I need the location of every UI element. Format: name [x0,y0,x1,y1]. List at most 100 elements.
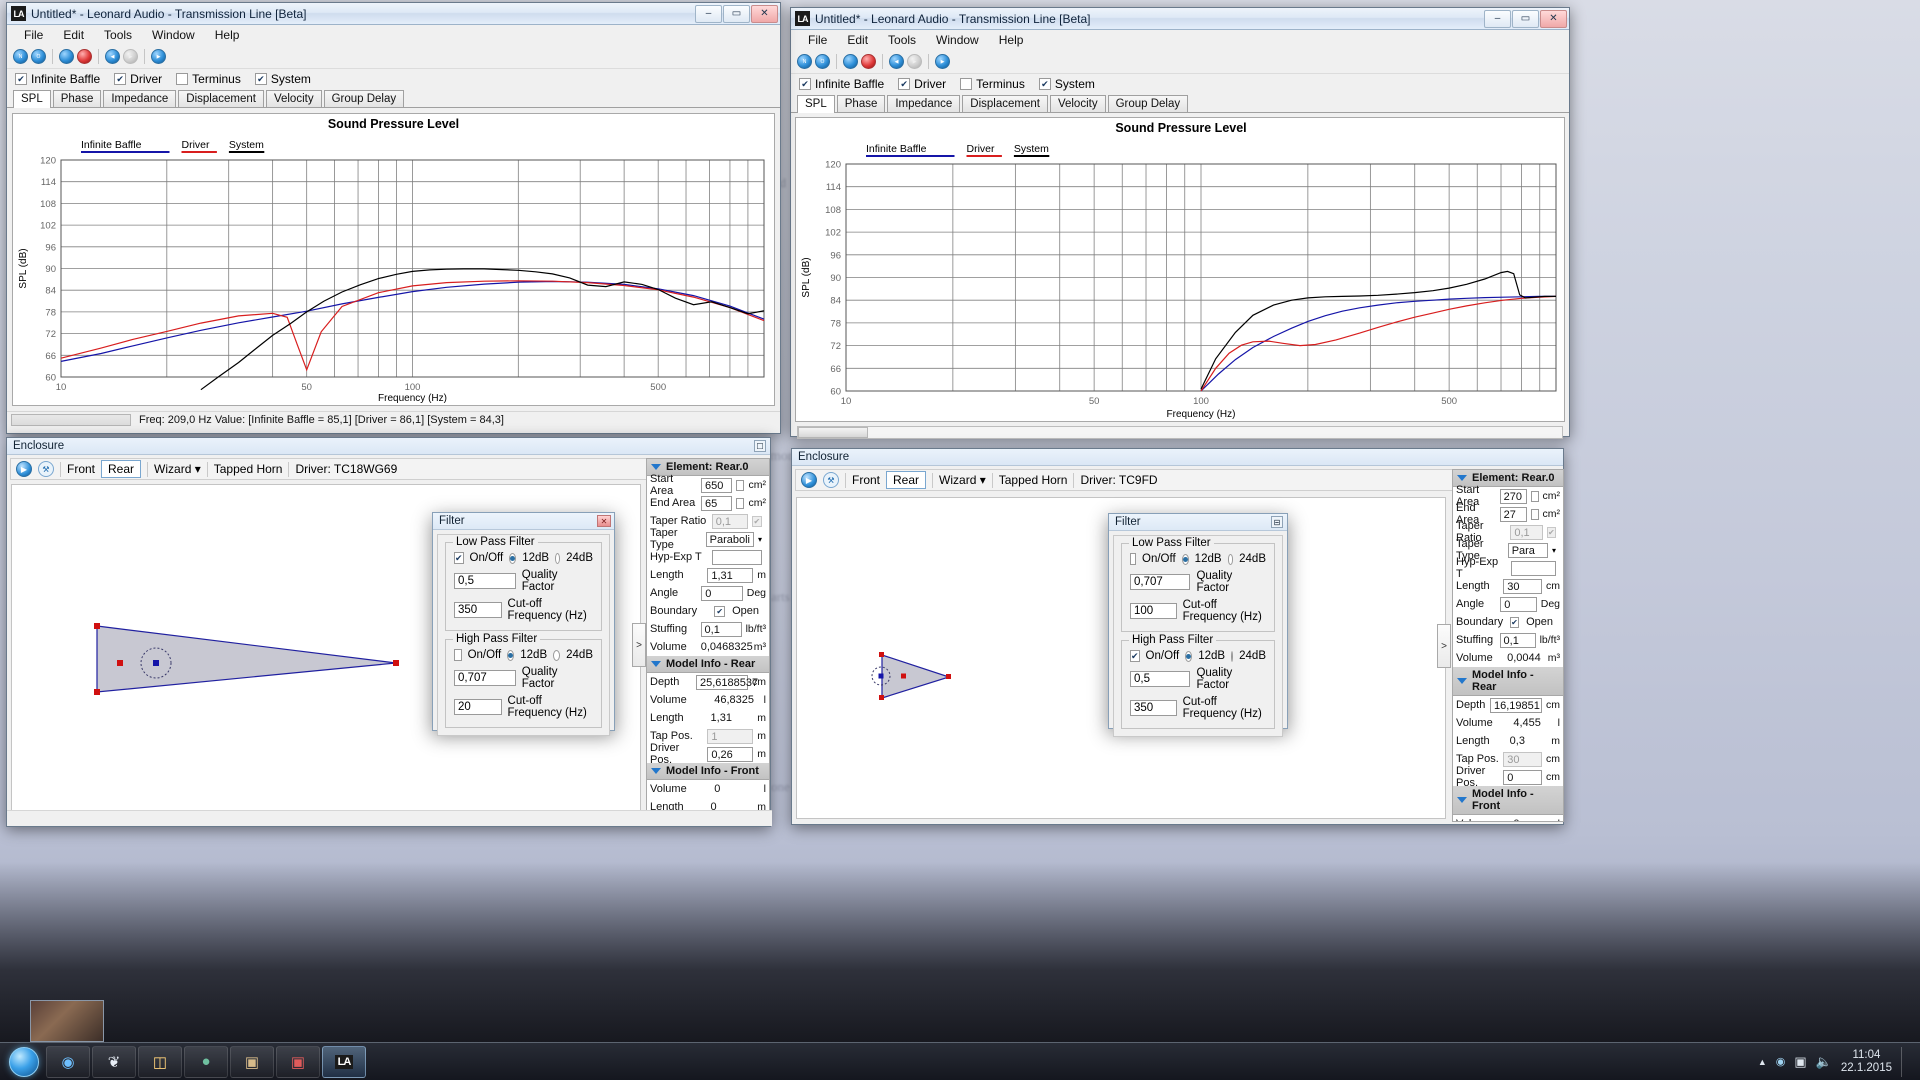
taskbar[interactable]: ◉ ❦ ◫ ● ▣ ▣ LA ▲ ◉ ▣ 🔈 11:04 22.1.2015 [0,1042,1920,1080]
chevron-down-icon[interactable]: ▾ [758,535,762,544]
prev-icon[interactable]: ◀ [889,54,904,69]
taskbar-item-app-red[interactable]: ▣ [276,1045,320,1078]
menubar-right[interactable]: File Edit Tools Window Help [791,30,1569,50]
checkbox-box[interactable] [254,73,267,85]
high-pass-onoff-checkbox[interactable] [1130,650,1140,662]
high-pass-12db-radio[interactable] [1185,650,1193,662]
toolbar-left[interactable]: N O ◀ ▶ ▶ [7,45,780,69]
property-checkbox[interactable] [1530,490,1539,502]
checkbox-system[interactable]: System [254,72,311,86]
tap-marker[interactable] [901,673,906,679]
property-row[interactable]: Depth 16,19851 cm [1453,696,1563,714]
new-icon[interactable]: N [797,54,812,69]
collapse-triangle-icon[interactable] [1457,678,1467,684]
tab-displacement[interactable]: Displacement [178,90,264,107]
property-value-input[interactable]: 65 [700,495,732,511]
high-pass-onoff-row[interactable]: On/Off 12dB 24dB [1130,650,1266,662]
tab-velocity[interactable]: Velocity [265,90,322,107]
start-orb-icon[interactable] [9,1046,39,1077]
property-row[interactable]: Volume 4,455 l [1453,714,1563,732]
close-icon[interactable]: ✕ [597,515,611,527]
open-icon[interactable]: O [31,49,46,64]
property-group-header[interactable]: Model Info - Rear [647,656,769,673]
property-value-input[interactable]: 0 [701,585,743,601]
property-value-input[interactable]: 0 [1500,596,1537,612]
run-icon[interactable] [59,49,74,64]
driver-marker[interactable] [153,660,159,666]
filter-dialog-titlebar-right[interactable]: Filter ⊟ [1109,514,1287,531]
enclosure-window-left[interactable]: Enclosure ☐ ▶ ⚒ Front Rear Wizard ▾ Tapp… [6,437,772,827]
low-pass-fc-row[interactable]: 350 Cut-off Frequency (Hz) [454,598,593,622]
taskbar-item-leonard-audio[interactable]: LA [322,1045,366,1078]
checkbox-box[interactable] [176,73,189,85]
checkbox-infinite-baffle[interactable]: Infinite Baffle [15,72,100,86]
play-icon[interactable]: ▶ [151,49,166,64]
front-tab[interactable]: Front [67,462,95,476]
property-checkbox[interactable] [735,479,745,491]
property-value-input[interactable]: 30 [1503,578,1542,594]
collapse-triangle-icon[interactable] [1457,475,1467,481]
property-row[interactable]: Taper Type Paraboli ▾ [647,527,769,551]
scrollbar-thumb[interactable] [798,427,868,438]
high-pass-onoff-checkbox[interactable] [454,649,462,661]
tab-impedance[interactable]: Impedance [103,90,177,107]
property-row[interactable]: Hyp-Exp T [1453,556,1563,580]
chevron-down-icon[interactable]: ▾ [1552,546,1556,555]
property-checkbox[interactable] [1530,508,1539,520]
legend-label[interactable]: Infinite Baffle [866,143,927,155]
taskbar-item-media[interactable]: ● [184,1045,228,1078]
property-value-input[interactable]: 0,1 [711,513,748,529]
next-icon[interactable]: ▶ [907,54,922,69]
low-pass-q-row[interactable]: 0,5 Quality Factor [454,569,593,593]
high-pass-fc-input[interactable]: 350 [1130,700,1177,716]
maximize-button[interactable]: ▭ [723,4,750,23]
property-value-input[interactable]: 0,1 [1510,524,1543,540]
wrench-icon[interactable]: ⚒ [823,472,839,488]
window-right[interactable]: LA Untitled* - Leonard Audio - Transmiss… [790,7,1570,439]
property-row[interactable]: Volume 0,0044 m³ [1453,649,1563,667]
tab-spl[interactable]: SPL [13,90,51,108]
wizard-dropdown[interactable]: Wizard ▾ [154,462,201,476]
driver-marker[interactable] [878,673,884,679]
next-icon[interactable]: ▶ [123,49,138,64]
legend-label[interactable]: Infinite Baffle [81,139,142,151]
taskbar-item-folder[interactable]: ◫ [138,1045,182,1078]
property-value-input[interactable] [712,549,762,565]
low-pass-12db-radio[interactable] [1181,553,1189,565]
window-controls[interactable]: – ▭ ✕ [695,4,778,23]
property-value-input[interactable] [1511,560,1556,576]
property-row[interactable]: Volume 0 l [647,780,769,798]
property-value-input[interactable]: 0,1 [1499,632,1536,648]
property-row[interactable]: Volume 46,8325 l [647,691,769,709]
property-row[interactable]: Driver Pos. 0 cm [1453,765,1563,789]
high-pass-fc-row[interactable]: 350 Cut-off Frequency (Hz) [1130,696,1266,720]
high-pass-q-row[interactable]: 0,5 Quality Factor [1130,667,1266,691]
tabrow-left[interactable]: SPL Phase Impedance Displacement Velocit… [7,89,780,108]
property-row[interactable]: Angle 0 Deg [1453,595,1563,613]
front-tab[interactable]: Front [852,473,880,487]
low-pass-24db-radio[interactable] [1227,553,1234,565]
filter-dialog-titlebar-left[interactable]: Filter ✕ [433,513,614,530]
property-value-input[interactable]: 1,31 [707,567,754,583]
checkbox-driver[interactable]: Driver [114,72,162,86]
property-row[interactable]: Hyp-Exp T [647,548,769,566]
property-row[interactable]: Volume 0,0468325 m³ [647,638,769,656]
handle-tip[interactable] [946,674,951,679]
property-row[interactable]: Boundary ✔ Open [647,602,769,620]
system-tray[interactable]: ▲ ◉ ▣ 🔈 11:04 22.1.2015 [1758,1046,1920,1077]
enclosure-close-icon[interactable]: ☐ [754,440,766,452]
collapse-triangle-icon[interactable] [651,768,661,774]
property-row[interactable]: Length 1,31 m [647,566,769,584]
property-row[interactable]: Length 1,31 m [647,709,769,727]
network-icon[interactable]: ▣ [1794,1054,1806,1070]
checkbox-infinite-baffle[interactable]: Infinite Baffle [799,77,884,91]
low-pass-fc-input[interactable]: 350 [454,602,502,618]
property-row[interactable]: Start Area 650 cm² [647,473,769,497]
low-pass-onoff-checkbox[interactable] [1130,553,1136,565]
property-row[interactable]: Boundary ✔ Open [1453,613,1563,631]
property-row[interactable]: Angle 0 Deg [647,584,769,602]
property-value-input[interactable]: 16,19851 [1490,697,1542,713]
rear-tab[interactable]: Rear [101,460,142,478]
tab-displacement[interactable]: Displacement [962,95,1048,112]
filter-dialog-right[interactable]: Filter ⊟ Low Pass Filter On/Off 12dB 24d… [1108,513,1288,737]
